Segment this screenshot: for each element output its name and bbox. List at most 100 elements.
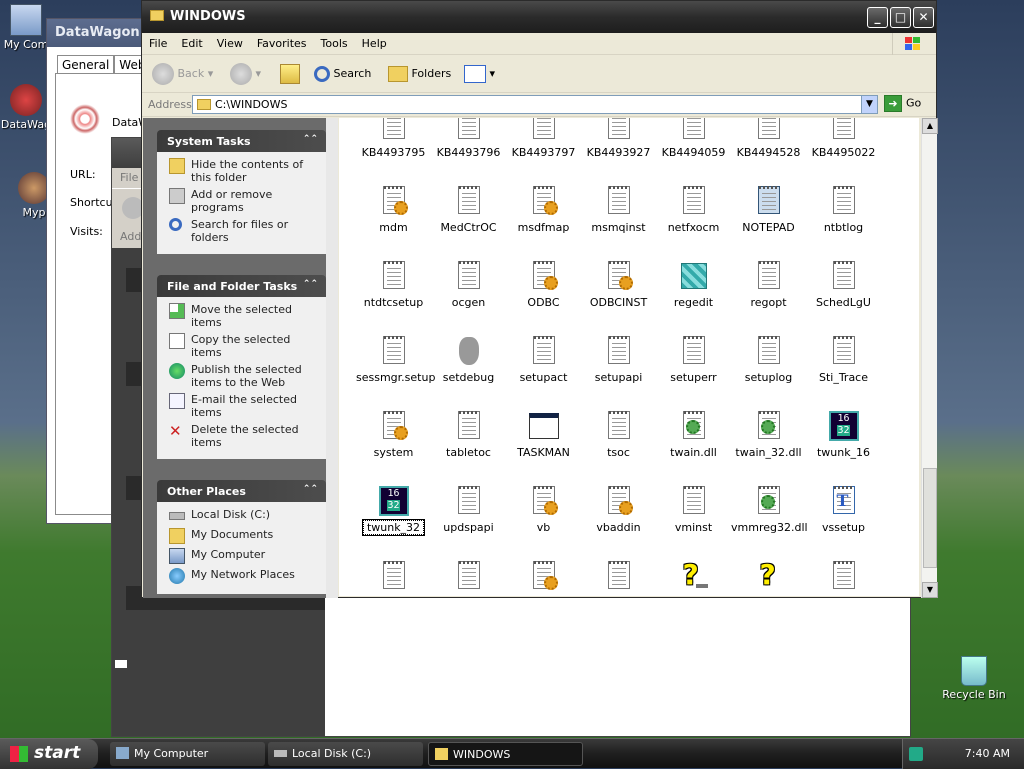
- task-delete[interactable]: ✕ Delete the selected items: [167, 423, 320, 449]
- search-button[interactable]: Search: [314, 61, 371, 87]
- file-item[interactable]: NOTEPAD: [731, 185, 806, 234]
- place-local-disk[interactable]: Local Disk (C:): [167, 508, 320, 524]
- close-button[interactable]: ✕: [913, 7, 934, 28]
- address-input[interactable]: C:\WINDOWS ▼: [192, 95, 878, 114]
- menu-edit[interactable]: Edit: [174, 33, 209, 54]
- file-item[interactable]: sessmgr.setup: [356, 335, 435, 384]
- file-item[interactable]: tabletoc: [431, 410, 506, 459]
- file-item[interactable]: twain_32.dll: [731, 410, 806, 459]
- task-email[interactable]: E-mail the selected items: [167, 393, 320, 419]
- file-item[interactable]: msmqinst: [581, 185, 656, 234]
- file-item[interactable]: setupapi: [581, 335, 656, 384]
- views-button[interactable]: ▾: [464, 61, 495, 87]
- file-item[interactable]: tsoc: [581, 410, 656, 459]
- file-item[interactable]: regedit: [656, 260, 731, 309]
- place-my-documents[interactable]: My Documents: [167, 528, 320, 544]
- file-item[interactable]: setuplog: [731, 335, 806, 384]
- task-hide-contents[interactable]: Hide the contents of this folder: [167, 158, 320, 184]
- explorer-window[interactable]: WINDOWS _ □ ✕ File Edit View Favorites Tools…: [141, 0, 938, 598]
- taskbar-item-windows[interactable]: WINDOWS: [428, 742, 583, 766]
- task-move[interactable]: Move the selected items: [167, 303, 320, 329]
- file-item[interactable]: vminst: [656, 485, 731, 534]
- file-item[interactable]: 16 32 twunk_32: [356, 485, 431, 536]
- system-tasks-header[interactable]: System Tasks ⌃⌃: [157, 130, 326, 152]
- file-item[interactable]: KB4493797: [506, 118, 581, 159]
- file-item[interactable]: system: [356, 410, 431, 459]
- scroll-down-button[interactable]: ▼: [922, 582, 938, 598]
- scroll-thumb[interactable]: [923, 468, 937, 568]
- file-item[interactable]: ?: [656, 560, 731, 596]
- menu-file[interactable]: File: [142, 33, 174, 54]
- file-item[interactable]: KB4493927: [581, 118, 656, 159]
- collapse-icon[interactable]: ⌃⌃: [303, 279, 318, 289]
- file-item[interactable]: KB4495022: [806, 118, 881, 159]
- file-item[interactable]: twain.dll: [656, 410, 731, 459]
- datawagon-title[interactable]: DataWagon.co: [47, 19, 155, 47]
- file-item[interactable]: setdebug: [431, 335, 506, 384]
- file-item[interactable]: setuperr: [656, 335, 731, 384]
- minimize-button[interactable]: _: [867, 7, 888, 28]
- maximize-button[interactable]: □: [890, 7, 911, 28]
- file-item[interactable]: updspapi: [431, 485, 506, 534]
- place-my-computer[interactable]: My Computer: [167, 548, 320, 564]
- file-item[interactable]: vb: [506, 485, 581, 534]
- other-places-header[interactable]: Other Places ⌃⌃: [157, 480, 326, 502]
- place-my-network[interactable]: My Network Places: [167, 568, 320, 584]
- file-item[interactable]: ODBC: [506, 260, 581, 309]
- file-item[interactable]: KB4493795: [356, 118, 431, 159]
- vertical-scrollbar[interactable]: ▲ ▼: [921, 118, 938, 598]
- file-item[interactable]: KB4493796: [431, 118, 506, 159]
- file-item[interactable]: [356, 560, 431, 596]
- scroll-up-button[interactable]: ▲: [922, 118, 938, 134]
- file-item[interactable]: [581, 560, 656, 596]
- file-item[interactable]: Tvssetup: [806, 485, 881, 534]
- folders-button[interactable]: Folders: [388, 61, 451, 87]
- desktop-icon-recycle-bin[interactable]: Recycle Bin: [936, 656, 1012, 701]
- up-folder-button[interactable]: [280, 61, 300, 87]
- file-item[interactable]: Sti_Trace: [806, 335, 881, 384]
- tab-general[interactable]: General: [57, 55, 115, 74]
- collapse-icon[interactable]: ⌃⌃: [303, 134, 318, 144]
- file-item[interactable]: regopt: [731, 260, 806, 309]
- forward-button[interactable]: ▾: [230, 61, 261, 87]
- file-item[interactable]: setupact: [506, 335, 581, 384]
- file-item[interactable]: msdfmap: [506, 185, 581, 234]
- file-item[interactable]: ?: [731, 560, 806, 596]
- task-search-files[interactable]: Search for files or folders: [167, 218, 320, 244]
- explorer-title-bar[interactable]: WINDOWS _ □ ✕: [142, 1, 936, 33]
- task-pane-scrollbar[interactable]: [326, 118, 338, 598]
- go-button[interactable]: ➜ Go: [884, 95, 921, 112]
- start-button[interactable]: start: [0, 739, 98, 769]
- file-item[interactable]: MedCtrOC: [431, 185, 506, 234]
- file-item[interactable]: ntdtcsetup: [356, 260, 431, 309]
- task-add-remove-programs[interactable]: Add or remove programs: [167, 188, 320, 214]
- file-item[interactable]: vmmreg32.dll: [731, 485, 808, 534]
- file-item[interactable]: ntbtlog: [806, 185, 881, 234]
- taskbar-item-local-disk[interactable]: Local Disk (C:): [268, 742, 423, 766]
- file-item[interactable]: vbaddin: [581, 485, 656, 534]
- file-item[interactable]: 16 32 twunk_16: [806, 410, 881, 459]
- task-copy[interactable]: Copy the selected items: [167, 333, 320, 359]
- network-tray-icon[interactable]: [909, 747, 923, 761]
- menu-favorites[interactable]: Favorites: [250, 33, 314, 54]
- file-item[interactable]: KB4494059: [656, 118, 731, 159]
- menu-view[interactable]: View: [210, 33, 250, 54]
- file-item[interactable]: mdm: [356, 185, 431, 234]
- menu-file[interactable]: File: [120, 171, 138, 184]
- file-item[interactable]: [506, 560, 581, 596]
- file-item[interactable]: [431, 560, 506, 596]
- chevron-down-icon[interactable]: ▼: [861, 96, 877, 113]
- file-item[interactable]: TASKMAN: [506, 410, 581, 459]
- file-item[interactable]: netfxocm: [656, 185, 731, 234]
- back-button[interactable]: Back ▾: [152, 61, 213, 87]
- file-item[interactable]: KB4494528: [731, 118, 806, 159]
- clock[interactable]: 7:40 AM: [965, 747, 1010, 760]
- menu-help[interactable]: Help: [355, 33, 394, 54]
- file-item[interactable]: ODBCINST: [581, 260, 656, 309]
- file-item[interactable]: SchedLgU: [806, 260, 881, 309]
- menu-tools[interactable]: Tools: [314, 33, 355, 54]
- file-tasks-header[interactable]: File and Folder Tasks ⌃⌃: [157, 275, 326, 297]
- task-publish[interactable]: Publish the selected items to the Web: [167, 363, 320, 389]
- collapse-icon[interactable]: ⌃⌃: [303, 484, 318, 494]
- file-item[interactable]: ocgen: [431, 260, 506, 309]
